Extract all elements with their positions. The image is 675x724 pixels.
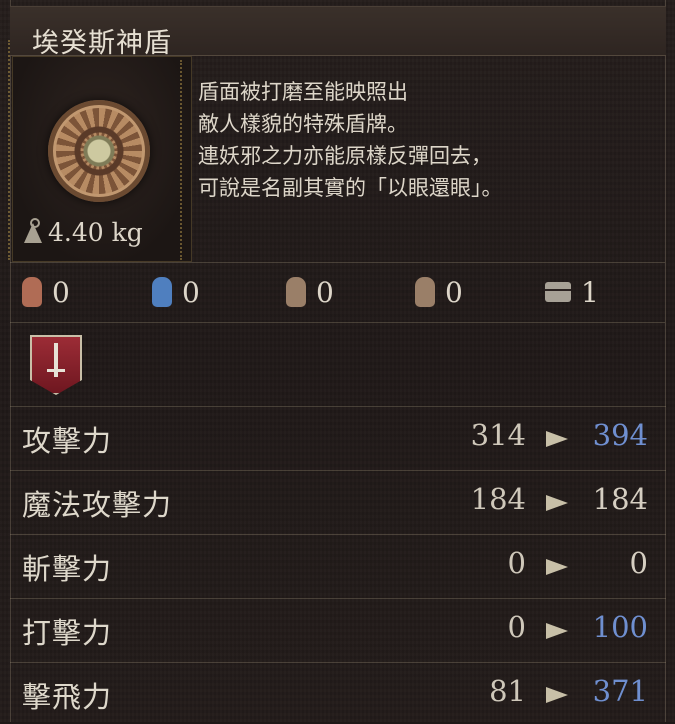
stat-new-value: 394 [592, 418, 648, 452]
intelligence-hand-icon [152, 277, 172, 307]
divider [10, 662, 666, 663]
stat-new-value: 184 [592, 482, 648, 516]
stat-old-value: 0 [507, 610, 526, 644]
requirement-item: 1 [545, 272, 599, 312]
requirement-item: 0 [152, 272, 200, 312]
arrow-right-icon [546, 559, 568, 575]
weight-icon [24, 218, 42, 243]
faith-hand-icon [415, 277, 435, 307]
weight-value: 4.40 kg [48, 218, 143, 247]
requirement-value: 0 [445, 275, 463, 309]
arrow-right-icon [546, 431, 568, 447]
stat-new-value: 0 [629, 546, 648, 580]
stat-row: 擊飛力 81 371 [10, 662, 666, 724]
stat-old-value: 0 [507, 546, 526, 580]
arrow-right-icon [546, 687, 568, 703]
divider [10, 534, 666, 535]
divider [10, 322, 665, 323]
requirement-value: 0 [52, 275, 70, 309]
stat-new-value: 100 [592, 610, 648, 644]
strength-hand-icon [22, 277, 42, 307]
divider [10, 470, 666, 471]
stat-row: 打擊力 0 100 [10, 598, 666, 660]
vine-decoration-right [180, 60, 182, 260]
item-weight: 4.40 kg [24, 218, 143, 247]
slot-chest-icon [545, 282, 571, 302]
stat-label: 斬擊力 [22, 552, 113, 586]
requirement-item: 0 [22, 272, 70, 312]
requirement-value: 1 [581, 275, 599, 309]
stat-label: 魔法攻擊力 [22, 488, 173, 522]
stat-label: 擊飛力 [22, 680, 113, 714]
divider [10, 406, 666, 407]
divider [10, 598, 666, 599]
stat-old-value: 314 [470, 418, 526, 452]
stat-label: 攻擊力 [22, 424, 113, 458]
divider [10, 262, 665, 263]
requirement-value: 0 [182, 275, 200, 309]
stat-old-value: 184 [470, 482, 526, 516]
dexterity-hand-icon [286, 277, 306, 307]
stat-old-value: 81 [489, 674, 526, 708]
stat-new-value: 371 [592, 674, 648, 708]
arrow-right-icon [546, 495, 568, 511]
requirement-item: 0 [415, 272, 463, 312]
title-bar: 埃癸斯神盾 [10, 6, 666, 59]
stat-row: 斬擊力 0 0 [10, 534, 666, 596]
shield-icon [48, 100, 150, 202]
item-title: 埃癸斯神盾 [32, 28, 172, 59]
item-description: 盾面被打磨至能映照出 敵人樣貌的特殊盾牌。 連妖邪之力亦能原樣反彈回去， 可說是… [198, 80, 503, 200]
stat-row: 攻擊力 314 394 [10, 406, 666, 468]
stat-label: 打擊力 [22, 616, 113, 650]
requirement-item: 0 [286, 272, 334, 312]
stat-row: 魔法攻擊力 184 184 [10, 470, 666, 532]
arrow-right-icon [546, 623, 568, 639]
vine-decoration-left [8, 40, 10, 260]
requirement-value: 0 [316, 275, 334, 309]
